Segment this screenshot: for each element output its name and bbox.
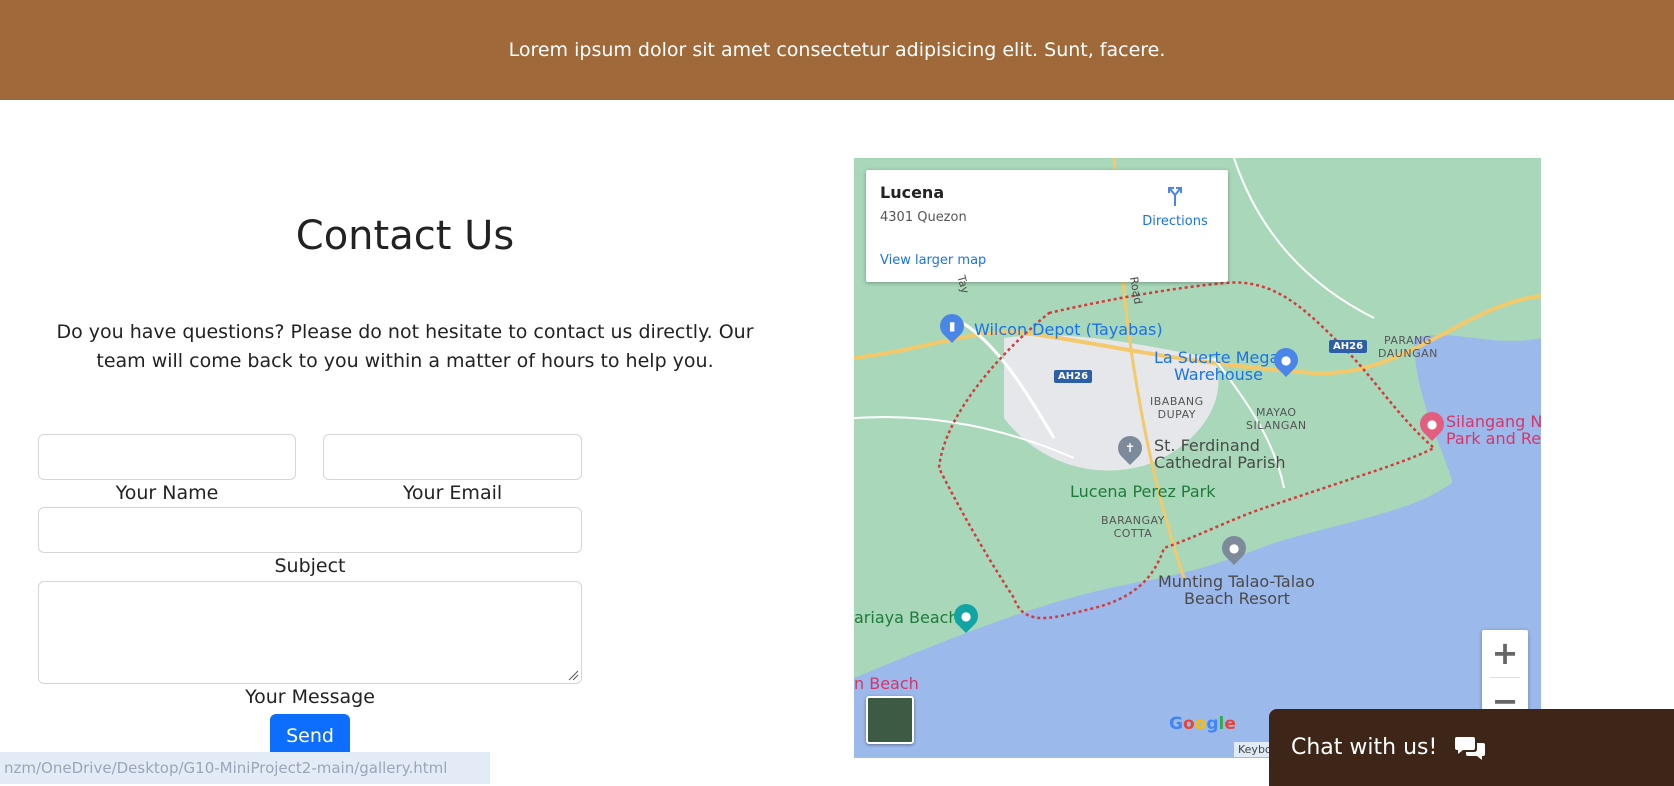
view-larger-map-link[interactable]: View larger map (880, 253, 986, 268)
chat-widget[interactable]: Chat with us! (1269, 709, 1674, 786)
map-place-title: Lucena (880, 183, 945, 202)
map-label-n-beach[interactable]: n Beach (854, 674, 919, 693)
map-label-parang-line2: DAUNGAN (1378, 347, 1438, 360)
map-label-sariaya[interactable]: ariaya Beach (854, 608, 959, 627)
map-label-ibabang: IBABANG DUPAY (1150, 395, 1204, 421)
map-place-address: 4301 Quezon (880, 210, 967, 225)
page-title: Contact Us (295, 213, 515, 259)
status-bar-url: nzm/OneDrive/Desktop/G10-MiniProject2-ma… (0, 752, 490, 784)
map-label-silangang-2[interactable]: Park and Res (1446, 429, 1541, 448)
name-field[interactable] (38, 434, 296, 480)
road-sign-ah26-east: AH26 (1329, 340, 1368, 353)
map-label-perez-park[interactable]: Lucena Perez Park (1070, 482, 1216, 501)
message-label: Your Message (245, 686, 375, 708)
map-label-barangay-line2: COTTA (1113, 527, 1153, 540)
directions-label: Directions (1142, 214, 1208, 229)
map-embed[interactable]: Lucena 4301 Quezon View larger map Direc… (854, 158, 1541, 758)
map-label-parang-line1: PARANG (1383, 334, 1432, 347)
subject-label: Subject (274, 555, 346, 577)
directions-icon (1168, 187, 1182, 206)
banner-text: Lorem ipsum dolor sit amet consectetur a… (508, 39, 1166, 61)
email-label: Your Email (402, 482, 503, 504)
map-label-parang: PARANG DAUNGAN (1378, 334, 1438, 360)
map-label-la-suerte-2[interactable]: Warehouse (1174, 365, 1263, 384)
chat-bubbles-icon (1455, 736, 1486, 760)
map-label-munting-2[interactable]: Beach Resort (1184, 589, 1290, 608)
map-label-mayao: MAYAO SILANGAN (1246, 406, 1307, 432)
road-sign-ah26: AH26 (1054, 370, 1093, 383)
map-label-wilcon[interactable]: Wilcon Depot (Tayabas) (974, 320, 1163, 339)
contact-description: Do you have questions? Please do not hes… (56, 321, 754, 372)
chat-label: Chat with us! (1291, 735, 1438, 760)
map-label-ibabang-line1: IBABANG (1150, 395, 1204, 408)
message-field[interactable] (38, 581, 582, 684)
map-label-barangay: BARANGAY COTTA (1101, 514, 1165, 540)
top-banner: Lorem ipsum dolor sit amet consectetur a… (0, 0, 1674, 100)
name-label: Your Name (115, 482, 219, 504)
map-label-mayao-line2: SILANGAN (1246, 419, 1307, 432)
map-label-ibabang-line2: DUPAY (1157, 408, 1196, 421)
map-label-mayao-line1: MAYAO (1256, 406, 1297, 419)
map-label-barangay-line1: BARANGAY (1101, 514, 1165, 527)
satellite-toggle[interactable] (866, 696, 914, 744)
subject-field[interactable] (38, 507, 582, 553)
google-logo: Google (1169, 714, 1236, 734)
directions-button[interactable]: Directions (1140, 184, 1210, 229)
resize-handle-icon[interactable] (567, 669, 579, 681)
map-label-st-ferdinand-2[interactable]: Cathedral Parish (1154, 453, 1286, 472)
email-field[interactable] (323, 434, 582, 480)
map-info-card: Lucena 4301 Quezon View larger map Direc… (866, 170, 1228, 282)
zoom-in-button[interactable]: + (1482, 630, 1528, 676)
